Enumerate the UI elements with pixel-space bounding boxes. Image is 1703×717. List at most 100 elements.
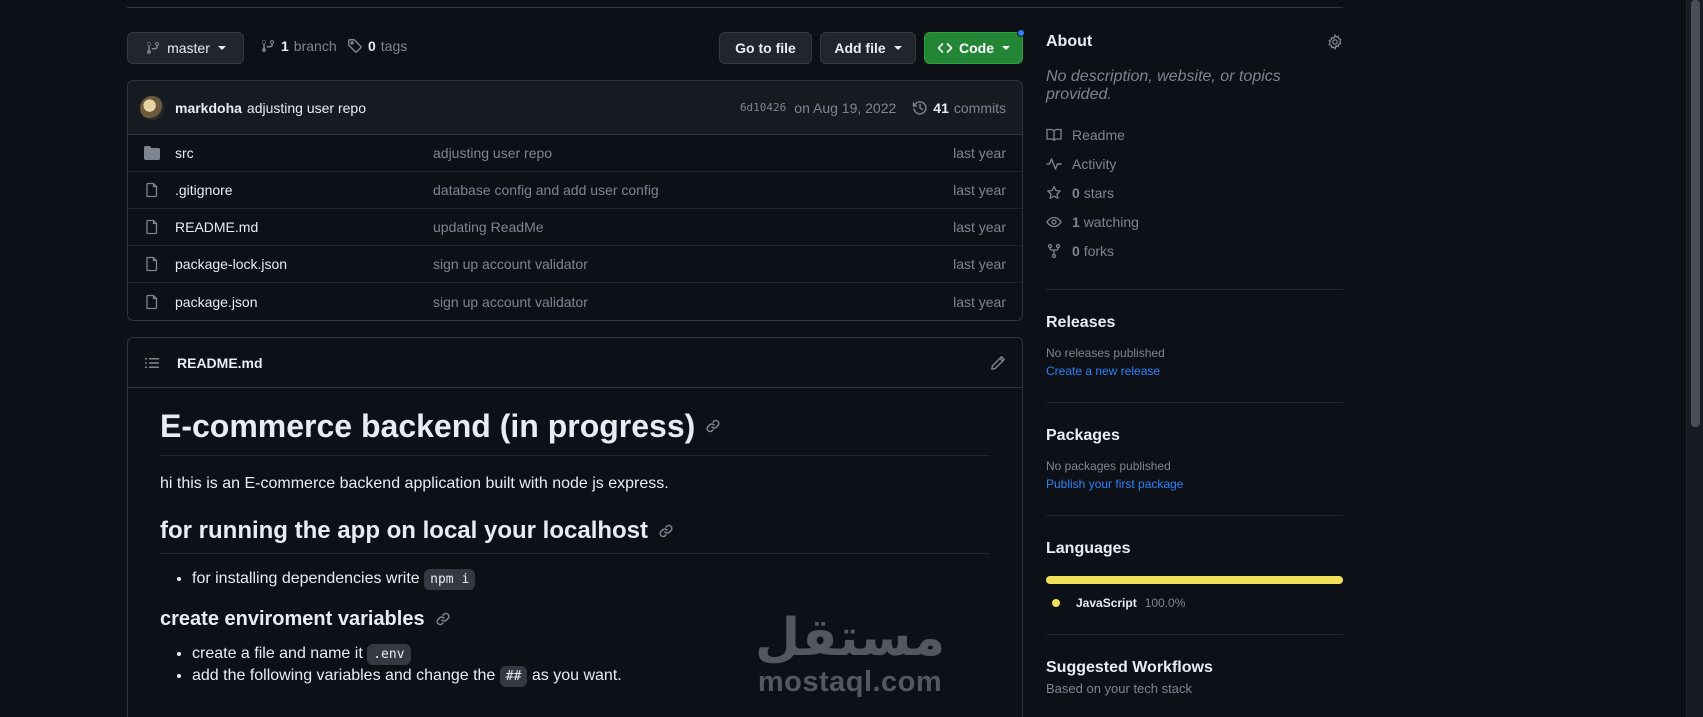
chevron-down-icon bbox=[1002, 46, 1010, 50]
file-time: last year bbox=[953, 219, 1006, 235]
list-item-text: create a file and name it bbox=[192, 644, 363, 662]
file-name[interactable]: package-lock.json bbox=[175, 256, 433, 272]
file-name[interactable]: .gitignore bbox=[175, 182, 433, 198]
file-time: last year bbox=[953, 256, 1006, 272]
chevron-down-icon bbox=[217, 46, 226, 50]
commit-message[interactable]: adjusting user repo bbox=[247, 100, 366, 116]
scrollbar-thumb[interactable] bbox=[1691, 0, 1700, 427]
file-list: markdoha adjusting user repo 6d10426 on … bbox=[127, 80, 1023, 321]
file-icon bbox=[146, 294, 158, 309]
gear-icon[interactable] bbox=[1327, 34, 1343, 50]
readme-h1-text: E-commerce backend (in progress) bbox=[160, 408, 696, 444]
readme-link-label: Readme bbox=[1072, 126, 1125, 143]
watermark-logo: مستقل mostaql.com bbox=[755, 612, 945, 699]
publish-package-link[interactable]: Publish your first package bbox=[1046, 477, 1343, 491]
language-percent: 100.0% bbox=[1144, 596, 1186, 610]
file-commit-message[interactable]: database config and add user config bbox=[433, 182, 953, 198]
link-icon[interactable] bbox=[705, 418, 721, 434]
branch-count: 1 bbox=[281, 38, 289, 54]
file-icon bbox=[146, 219, 158, 235]
releases-heading[interactable]: Releases bbox=[1046, 314, 1343, 332]
releases-section: Releases No releases published Create a … bbox=[1046, 289, 1343, 378]
file-time: last year bbox=[953, 293, 1006, 310]
book-icon bbox=[1046, 127, 1062, 143]
languages-section: Languages JavaScript 100.0% bbox=[1046, 515, 1343, 610]
code-button[interactable]: Code bbox=[924, 32, 1023, 64]
avatar[interactable] bbox=[140, 95, 164, 120]
file-row[interactable]: package-lock.json sign up account valida… bbox=[128, 246, 1022, 283]
file-name[interactable]: README.md bbox=[175, 219, 433, 235]
language-name: JavaScript bbox=[1076, 596, 1137, 610]
watching-label: watching bbox=[1083, 213, 1139, 230]
install-list: for installing dependencies write npm i bbox=[160, 568, 990, 590]
list-item: for installing dependencies write npm i bbox=[192, 568, 990, 590]
language-bar bbox=[1046, 576, 1343, 584]
list-item-text: as you want. bbox=[531, 666, 622, 684]
inline-code: npm i bbox=[424, 568, 476, 590]
branch-label: branch bbox=[293, 38, 337, 54]
packages-heading[interactable]: Packages bbox=[1046, 427, 1343, 445]
packages-empty: No packages published bbox=[1046, 459, 1171, 473]
history-icon bbox=[912, 100, 928, 116]
tag-count: 0 bbox=[368, 38, 376, 54]
file-row[interactable]: README.md updating ReadMe last year bbox=[128, 209, 1022, 246]
watching-link[interactable]: 1 watching bbox=[1046, 207, 1343, 236]
file-time: last year bbox=[953, 182, 1006, 198]
file-icon bbox=[146, 182, 158, 198]
sidebar: About No description, website, or topics… bbox=[1046, 33, 1343, 696]
language-dot bbox=[1052, 599, 1060, 607]
tag-label: tags bbox=[380, 38, 408, 54]
list-unordered-icon[interactable] bbox=[144, 355, 160, 371]
link-icon[interactable] bbox=[435, 611, 451, 627]
eye-icon bbox=[1046, 214, 1062, 230]
file-row[interactable]: package.json sign up account validator l… bbox=[128, 283, 1022, 320]
add-file-button[interactable]: Add file bbox=[820, 32, 916, 64]
readme-h2-text: for running the app on local your localh… bbox=[160, 516, 649, 544]
go-to-file-label: Go to file bbox=[735, 40, 796, 56]
folder-icon bbox=[144, 146, 160, 160]
activity-link[interactable]: Activity bbox=[1046, 149, 1343, 178]
file-row[interactable]: src adjusting user repo last year bbox=[128, 135, 1022, 172]
workflows-heading: Suggested Workflows bbox=[1046, 659, 1213, 676]
file-commit-message[interactable]: updating ReadMe bbox=[433, 219, 953, 235]
readme-filename[interactable]: README.md bbox=[177, 355, 263, 371]
notification-dot bbox=[1017, 29, 1025, 37]
scrollbar[interactable] bbox=[1686, 0, 1703, 717]
tag-icon bbox=[347, 38, 363, 54]
commit-sha[interactable]: 6d10426 bbox=[740, 101, 786, 114]
file-name[interactable]: package.json bbox=[175, 294, 433, 310]
file-commit-message[interactable]: sign up account validator bbox=[433, 256, 953, 272]
stars-label: stars bbox=[1083, 184, 1115, 201]
languages-heading: Languages bbox=[1046, 540, 1131, 557]
inline-code: .env bbox=[367, 643, 411, 665]
watermark-latin: mostaql.com bbox=[757, 666, 943, 698]
forks-count: 0 bbox=[1072, 242, 1080, 259]
go-to-file-button[interactable]: Go to file bbox=[719, 32, 812, 64]
branch-name: master bbox=[167, 40, 210, 56]
commit-author[interactable]: markdoha bbox=[175, 100, 242, 116]
file-commit-message[interactable]: sign up account validator bbox=[433, 294, 953, 310]
file-row[interactable]: .gitignore database config and add user … bbox=[128, 172, 1022, 209]
stars-link[interactable]: 0 stars bbox=[1046, 178, 1343, 207]
forks-label: forks bbox=[1083, 242, 1115, 259]
list-item-text: for installing dependencies write bbox=[192, 569, 420, 587]
commits-link[interactable]: 41 commits bbox=[912, 100, 1006, 116]
commit-date: on Aug 19, 2022 bbox=[794, 99, 897, 116]
branch-select-button[interactable]: master bbox=[127, 32, 244, 64]
tags-link[interactable]: 0 tags bbox=[347, 38, 407, 54]
file-commit-message[interactable]: adjusting user repo bbox=[433, 145, 953, 161]
readme-header: README.md bbox=[128, 338, 1022, 388]
file-name[interactable]: src bbox=[175, 145, 433, 161]
chevron-down-icon bbox=[893, 46, 902, 50]
link-icon[interactable] bbox=[658, 523, 674, 539]
pencil-icon[interactable] bbox=[990, 355, 1006, 371]
watermark-arabic: مستقل bbox=[755, 608, 946, 668]
forks-link[interactable]: 0 forks bbox=[1046, 236, 1343, 265]
readme-link[interactable]: Readme bbox=[1046, 120, 1343, 149]
git-branch-icon bbox=[260, 38, 276, 54]
file-icon bbox=[146, 256, 158, 272]
commit-count: 41 bbox=[933, 99, 949, 116]
language-item[interactable]: JavaScript 100.0% bbox=[1046, 596, 1343, 610]
create-release-link[interactable]: Create a new release bbox=[1046, 364, 1343, 378]
branches-link[interactable]: 1 branch bbox=[260, 38, 337, 54]
